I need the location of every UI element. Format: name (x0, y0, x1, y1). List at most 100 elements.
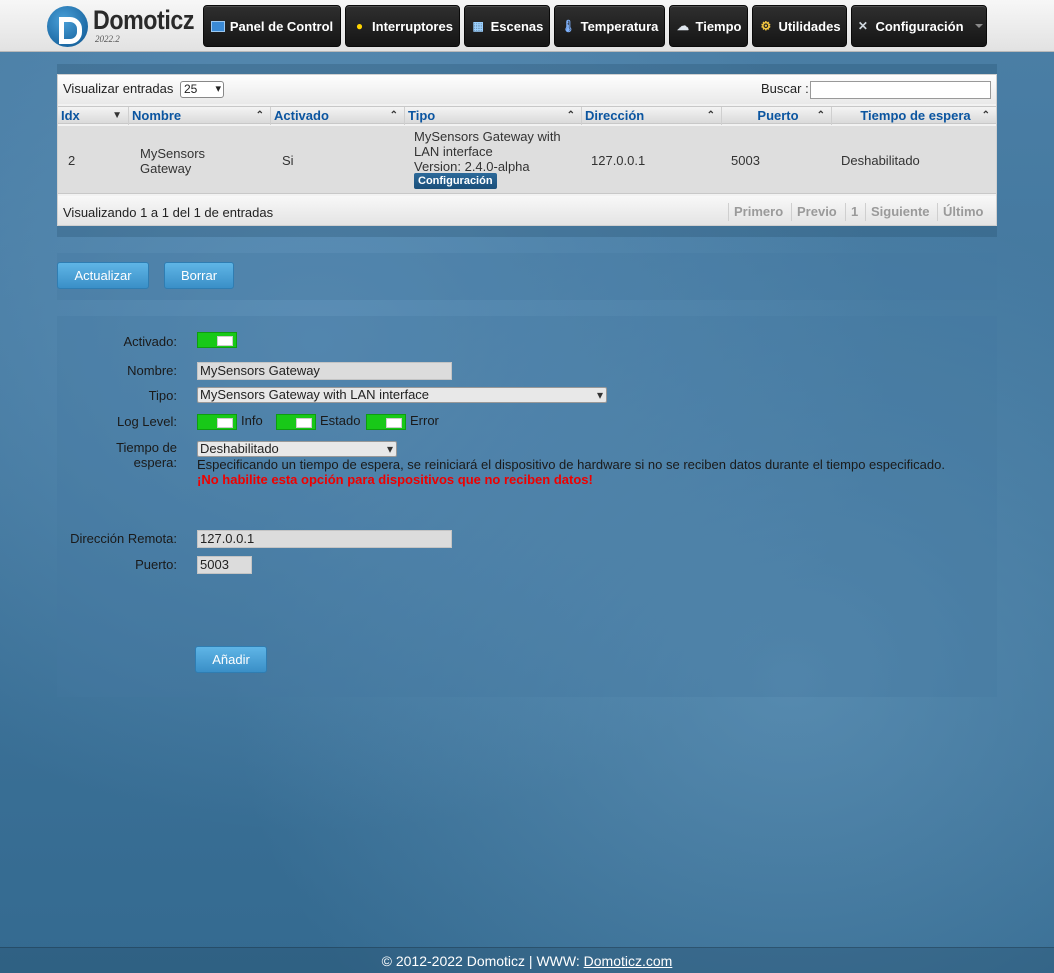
type-label: Tipo: (148, 388, 177, 403)
column-name-label: Nombre (132, 108, 182, 123)
table-info: Visualizando 1 a 1 del 1 de entradas (63, 205, 274, 220)
pager-last[interactable]: Último (937, 203, 988, 221)
remote-address-label: Dirección Remota: (70, 531, 177, 546)
brand-version: 2022.2 (95, 34, 120, 44)
column-type[interactable]: Tipo ⌃ (405, 107, 582, 125)
entries-length-value: 25 (184, 82, 198, 96)
column-idx-label: Idx (61, 108, 80, 123)
log-status-toggle[interactable] (276, 414, 316, 430)
column-port[interactable]: Puerto ⌃ (722, 107, 832, 125)
column-address[interactable]: Dirección ⌃ (582, 107, 722, 125)
type-select[interactable]: MySensors Gateway with LAN interface (197, 387, 607, 403)
log-error-label: Error (410, 413, 439, 428)
timeout-help: Especificando un tiempo de espera, se re… (197, 457, 945, 472)
thermometer-icon: 🌡 (560, 18, 576, 33)
footer-link[interactable]: Domoticz.com (584, 953, 673, 969)
nav-scenes-label: Escenas (490, 18, 544, 34)
sort-asc-icon: ⌃ (816, 110, 825, 121)
column-address-label: Dirección (585, 108, 645, 123)
action-bar: Actualizar Borrar (57, 253, 997, 300)
clapperboard-icon: ▦ (472, 18, 484, 33)
column-type-label: Tipo (408, 108, 436, 123)
add-button[interactable]: Añadir (195, 646, 267, 673)
pager-page-1[interactable]: 1 (845, 203, 863, 221)
row-port: 5003 (731, 153, 760, 168)
domoticz-logo[interactable]: Domoticz 2022.2 (47, 5, 197, 47)
row-version: Version: 2.4.0-alpha (414, 159, 530, 174)
table-header: Idx ▼ Nombre ⌃ Activado ⌃ Tipo ⌃ Direcci… (58, 106, 996, 125)
column-port-label: Puerto (757, 108, 799, 123)
enabled-toggle[interactable] (197, 332, 237, 348)
column-enabled-label: Activado (274, 108, 329, 123)
name-label: Nombre: (127, 363, 177, 378)
log-level-label: Log Level: (117, 414, 177, 429)
update-button[interactable]: Actualizar (57, 262, 149, 289)
table-row[interactable]: 2 MySensors Gateway Si MySensors Gateway… (58, 126, 996, 194)
sort-asc-icon: ⌃ (389, 110, 398, 121)
search-label: Buscar : (761, 81, 809, 96)
remote-address-input[interactable]: 127.0.0.1 (197, 530, 452, 548)
nav-temperature-label: Temperatura (580, 18, 659, 34)
pager-first[interactable]: Primero (728, 203, 788, 221)
table-toolbar: Visualizar entradas 25 ▾ Buscar : (58, 75, 996, 104)
timeout-label: Tiempo de espera: (116, 440, 177, 470)
hardware-form: Activado: Nombre: MySensors Gateway Tipo… (57, 316, 997, 697)
configuration-button[interactable]: Configuración (414, 173, 497, 189)
brand-name: Domoticz (93, 5, 195, 35)
nav-weather[interactable]: ☁ Tiempo (669, 5, 748, 47)
nav-scenes[interactable]: ▦ Escenas (464, 5, 550, 47)
footer: © 2012-2022 Domoticz | WWW: Domoticz.com (0, 947, 1054, 973)
entries-length-select[interactable]: 25 ▾ (180, 81, 224, 98)
cloud-icon: ☁ (677, 18, 689, 33)
row-type: MySensors Gateway with LAN interface (414, 129, 561, 159)
enabled-label: Activado: (123, 334, 177, 349)
sort-asc-icon: ⌃ (566, 110, 575, 121)
nav-setup-label: Configuración (875, 18, 964, 34)
sort-asc-icon: ⌃ (255, 110, 264, 121)
search-input[interactable] (810, 81, 991, 99)
nav-switches[interactable]: ● Interruptores (345, 5, 460, 47)
column-idx[interactable]: Idx ▼ (58, 107, 129, 125)
row-name: MySensors Gateway (140, 146, 206, 176)
nav-temperature[interactable]: 🌡 Temperatura (554, 5, 665, 47)
port-label: Puerto: (135, 557, 177, 572)
lightbulb-icon: ● (355, 18, 364, 33)
pager-next[interactable]: Siguiente (865, 203, 935, 221)
timeout-select[interactable]: Deshabilitado (197, 441, 397, 457)
pager-previous[interactable]: Previo (791, 203, 842, 221)
utility-icon: ⚙ (760, 18, 772, 33)
row-enabled: Si (282, 153, 294, 168)
column-name[interactable]: Nombre ⌃ (129, 107, 271, 125)
column-timeout-label: Tiempo de espera (860, 108, 971, 123)
sort-asc-icon: ⌃ (981, 110, 990, 121)
monitor-icon (210, 20, 225, 32)
timeout-warning: ¡No habilite esta opción para dispositiv… (197, 472, 593, 487)
nav-setup[interactable]: ✕ Configuración (851, 5, 987, 47)
logo-icon (47, 6, 88, 47)
port-input[interactable]: 5003 (197, 556, 252, 574)
name-input[interactable]: MySensors Gateway (197, 362, 452, 380)
column-timeout[interactable]: Tiempo de espera ⌃ (832, 107, 996, 125)
nav-dashboard[interactable]: Panel de Control (203, 5, 341, 47)
chevron-down-icon: ▾ (215, 83, 221, 95)
row-address: 127.0.0.1 (591, 153, 646, 168)
top-navbar: Domoticz 2022.2 Panel de Control ● Inter… (0, 0, 1054, 52)
column-enabled[interactable]: Activado ⌃ (271, 107, 405, 125)
table-footer: Visualizando 1 a 1 del 1 de entradas Pri… (58, 196, 996, 225)
log-error-toggle[interactable] (366, 414, 406, 430)
hardware-table: Visualizar entradas 25 ▾ Buscar : Idx ▼ … (57, 74, 997, 226)
tools-icon: ✕ (857, 18, 868, 33)
log-info-toggle[interactable] (197, 414, 237, 430)
chevron-down-icon (974, 24, 983, 28)
nav-utilities[interactable]: ⚙ Utilidades (752, 5, 847, 47)
row-timeout: Deshabilitado (841, 153, 920, 168)
nav-switches-label: Interruptores (372, 18, 453, 34)
sort-asc-icon: ⌃ (706, 110, 715, 121)
nav-dashboard-label: Panel de Control (229, 18, 334, 34)
nav-weather-label: Tiempo (695, 18, 742, 34)
delete-button[interactable]: Borrar (164, 262, 234, 289)
sort-desc-icon: ▼ (112, 110, 122, 121)
nav-utilities-label: Utilidades (778, 18, 841, 34)
log-info-label: Info (241, 413, 263, 428)
log-status-label: Estado (320, 413, 361, 428)
